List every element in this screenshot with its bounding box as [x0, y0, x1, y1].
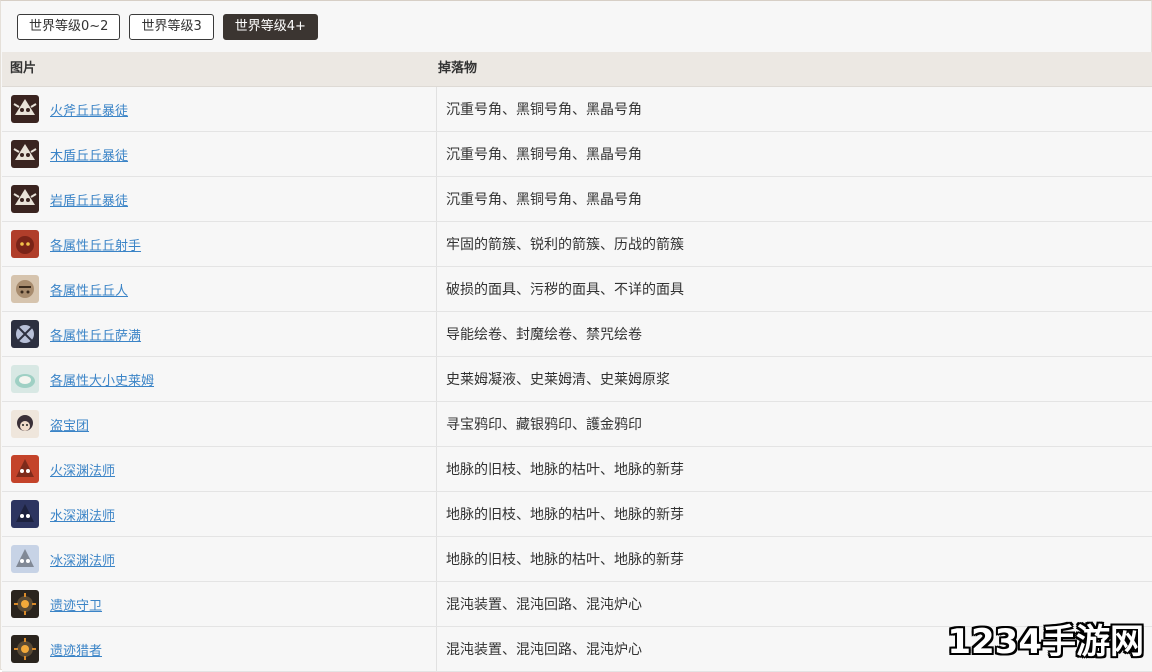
- hilichurl-brute-icon[interactable]: [11, 95, 39, 123]
- monster-link[interactable]: 火斧丘丘暴徒: [50, 100, 128, 119]
- monster-cell: 各属性大小史莱姆: [2, 357, 437, 401]
- table-row: 冰深渊法师 地脉的旧枝、地脉的枯叶、地脉的新芽: [2, 537, 1152, 582]
- monster-cell: 岩盾丘丘暴徒: [2, 177, 437, 221]
- treasure-hoarder-icon[interactable]: [11, 410, 39, 438]
- drops-cell: 破损的面具、污秽的面具、不详的面具: [446, 282, 684, 298]
- tab-world-level-1[interactable]: 世界等级3: [129, 14, 214, 40]
- world-level-tabs: 世界等级0~2 世界等级3 世界等级4+: [17, 14, 318, 40]
- drops-cell: 沉重号角、黑铜号角、黑晶号角: [446, 192, 642, 208]
- site-watermark: 1234手游网: [947, 622, 1144, 662]
- monster-cell: 各属性丘丘萨满: [2, 312, 437, 356]
- drops-cell: 地脉的旧枝、地脉的枯叶、地脉的新芽: [446, 507, 684, 523]
- drops-cell: 沉重号角、黑铜号角、黑晶号角: [446, 147, 642, 163]
- page-frame: 世界等级0~2 世界等级3 世界等级4+ 图片 掉落物 火斧丘丘暴徒 沉重号角、黑铜号…: [0, 0, 1152, 672]
- abyss-mage-fire-icon[interactable]: [11, 455, 39, 483]
- monster-cell: 遗迹猎者: [2, 627, 437, 671]
- table-row: 木盾丘丘暴徒 沉重号角、黑铜号角、黑晶号角: [2, 132, 1152, 177]
- monster-link[interactable]: 各属性丘丘萨满: [50, 325, 141, 344]
- table-row: 水深渊法师 地脉的旧枝、地脉的枯叶、地脉的新芽: [2, 492, 1152, 537]
- drops-cell: 史莱姆凝液、史莱姆清、史莱姆原浆: [446, 372, 670, 388]
- ruin-guard-icon[interactable]: [11, 590, 39, 618]
- tab-world-level-0[interactable]: 世界等级0~2: [17, 14, 121, 40]
- monster-cell: 各属性丘丘人: [2, 267, 437, 311]
- drops-cell: 地脉的旧枝、地脉的枯叶、地脉的新芽: [446, 462, 684, 478]
- monster-cell: 各属性丘丘射手: [2, 222, 437, 266]
- table-row: 岩盾丘丘暴徒 沉重号角、黑铜号角、黑晶号角: [2, 177, 1152, 222]
- monster-cell: 火深渊法师: [2, 447, 437, 491]
- monster-link[interactable]: 岩盾丘丘暴徒: [50, 190, 128, 209]
- monster-link[interactable]: 各属性大小史莱姆: [50, 370, 154, 389]
- monster-cell: 火斧丘丘暴徒: [2, 87, 437, 131]
- table-row: 各属性丘丘射手 牢固的箭簇、锐利的箭簇、历战的箭簇: [2, 222, 1152, 267]
- hilichurl-brute-icon[interactable]: [11, 140, 39, 168]
- monster-link[interactable]: 水深渊法师: [50, 505, 115, 524]
- monster-cell: 水深渊法师: [2, 492, 437, 536]
- tab-world-level-2[interactable]: 世界等级4+: [222, 14, 318, 40]
- drops-cell: 沉重号角、黑铜号角、黑晶号角: [446, 102, 642, 118]
- hilichurl-icon[interactable]: [11, 275, 39, 303]
- monster-cell: 盗宝团: [2, 402, 437, 446]
- table-body: 火斧丘丘暴徒 沉重号角、黑铜号角、黑晶号角 木盾丘丘暴徒 沉重号角、黑铜号角、黑晶号角…: [2, 87, 1152, 672]
- monster-cell: 木盾丘丘暴徒: [2, 132, 437, 176]
- table-row: 各属性丘丘萨满 导能绘卷、封魔绘卷、禁咒绘卷: [2, 312, 1152, 357]
- header-image: 图片: [10, 61, 37, 76]
- monster-cell: 遗迹守卫: [2, 582, 437, 626]
- table-row: 火深渊法师 地脉的旧枝、地脉的枯叶、地脉的新芽: [2, 447, 1152, 492]
- hilichurl-brute-icon[interactable]: [11, 185, 39, 213]
- abyss-mage-ice-icon[interactable]: [11, 545, 39, 573]
- drops-cell: 牢固的箭簇、锐利的箭簇、历战的箭簇: [446, 237, 684, 253]
- drops-cell: 地脉的旧枝、地脉的枯叶、地脉的新芽: [446, 552, 684, 568]
- table-header: 图片 掉落物: [2, 52, 1152, 87]
- table-row: 盗宝团 寻宝鸦印、藏银鸦印、護金鸦印: [2, 402, 1152, 447]
- monster-link[interactable]: 遗迹守卫: [50, 595, 102, 614]
- hilichurl-shaman-icon[interactable]: [11, 320, 39, 348]
- monster-link[interactable]: 盗宝团: [50, 415, 89, 434]
- table-row: 火斧丘丘暴徒 沉重号角、黑铜号角、黑晶号角: [2, 87, 1152, 132]
- monster-link[interactable]: 各属性丘丘射手: [50, 235, 141, 254]
- table-row: 各属性丘丘人 破损的面具、污秽的面具、不详的面具: [2, 267, 1152, 312]
- drops-cell: 导能绘卷、封魔绘卷、禁咒绘卷: [446, 327, 642, 343]
- ruin-hunter-icon[interactable]: [11, 635, 39, 663]
- abyss-mage-water-icon[interactable]: [11, 500, 39, 528]
- monster-link[interactable]: 遗迹猎者: [50, 640, 102, 659]
- drops-cell: 寻宝鸦印、藏银鸦印、護金鸦印: [446, 417, 642, 433]
- monster-cell: 冰深渊法师: [2, 537, 437, 581]
- table-row: 各属性大小史莱姆 史莱姆凝液、史莱姆清、史莱姆原浆: [2, 357, 1152, 402]
- monster-link[interactable]: 火深渊法师: [50, 460, 115, 479]
- hilichurl-shooter-icon[interactable]: [11, 230, 39, 258]
- monster-link[interactable]: 冰深渊法师: [50, 550, 115, 569]
- monster-link[interactable]: 木盾丘丘暴徒: [50, 145, 128, 164]
- monster-link[interactable]: 各属性丘丘人: [50, 280, 128, 299]
- header-drops: 掉落物: [438, 61, 478, 76]
- slime-icon[interactable]: [11, 365, 39, 393]
- drop-table: 图片 掉落物 火斧丘丘暴徒 沉重号角、黑铜号角、黑晶号角 木盾丘丘暴徒 沉重号角、黑铜…: [2, 52, 1152, 672]
